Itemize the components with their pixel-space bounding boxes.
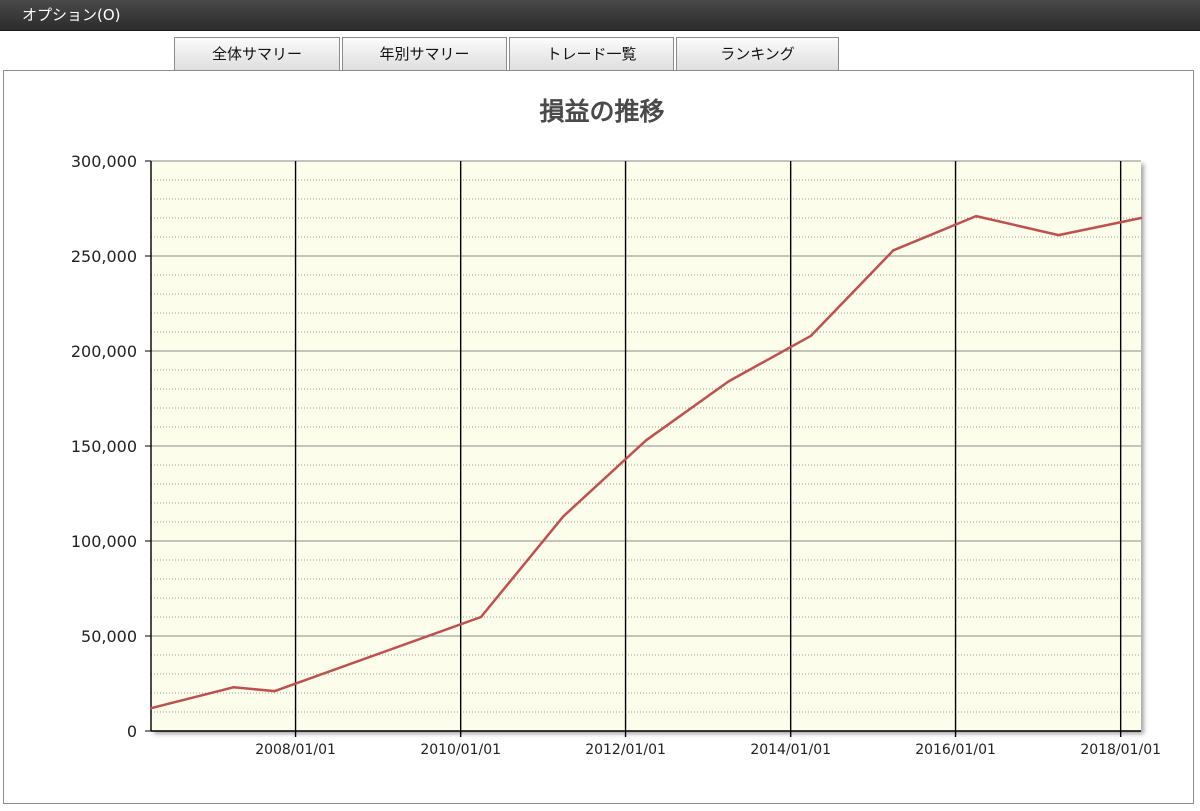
profit-chart: 損益の推移 0 50,000 100,000 150,000 200,000 250,00…	[71, 97, 1161, 758]
data-point	[644, 439, 648, 442]
data-point	[149, 707, 153, 710]
y-tick-label: 250,000	[71, 247, 137, 266]
y-tick-label: 50,000	[81, 627, 137, 646]
x-tick-label: 2014/01/01	[750, 742, 831, 758]
x-tick-label: 2008/01/01	[255, 742, 336, 758]
x-tick-label: 2016/01/01	[915, 742, 996, 758]
data-point	[1139, 216, 1143, 220]
x-tick-label: 2010/01/01	[420, 742, 501, 758]
data-point	[974, 214, 978, 218]
y-tick-label: 150,000	[71, 437, 137, 456]
menu-option[interactable]: オプション(O)	[22, 6, 121, 24]
data-point	[727, 380, 730, 383]
tab-ranking[interactable]: ランキング	[676, 37, 839, 70]
data-point	[479, 615, 483, 619]
data-point	[892, 249, 895, 252]
x-tick-label: 2012/01/01	[585, 742, 666, 758]
tab-overall-summary[interactable]: 全体サマリー	[174, 37, 340, 70]
y-tick-label: 0	[127, 722, 137, 741]
menu-bar: オプション(O)	[0, 0, 1200, 31]
chart-panel: 損益の推移 0 50,000 100,000 150,000 200,000 250,00…	[3, 70, 1194, 804]
chart-title: 損益の推移	[539, 97, 664, 126]
tab-trade-list[interactable]: トレード一覧	[509, 37, 674, 70]
data-point	[562, 515, 565, 518]
data-point	[232, 686, 235, 689]
data-point	[809, 334, 813, 337]
x-tick-label: 2018/01/01	[1080, 742, 1161, 758]
y-tick-label: 100,000	[71, 532, 137, 551]
y-tick-label: 200,000	[71, 342, 137, 361]
data-point	[1057, 233, 1060, 237]
y-tick-label: 300,000	[71, 152, 137, 171]
data-point	[273, 689, 276, 693]
tab-yearly-summary[interactable]: 年別サマリー	[342, 37, 507, 70]
